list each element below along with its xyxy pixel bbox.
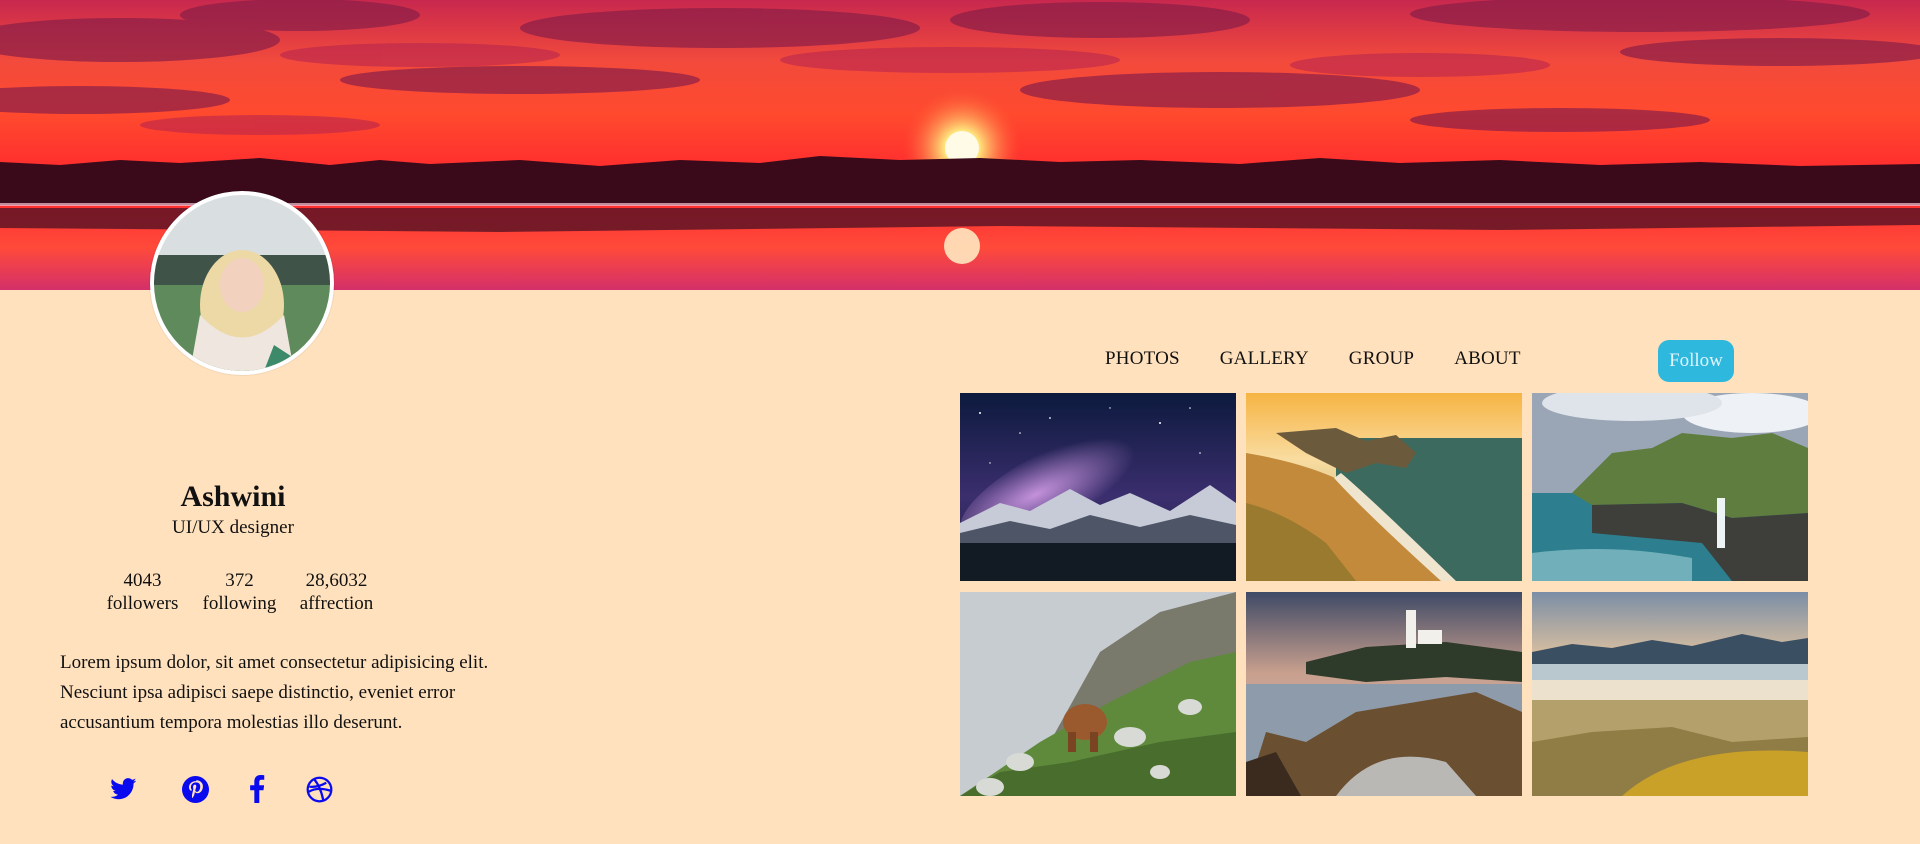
gallery-photo-beach-dunes[interactable] xyxy=(1532,592,1808,796)
stat-followers[interactable]: 4043 followers xyxy=(94,569,191,615)
profile-stats: 4043 followers 372 following 28,6032 aff… xyxy=(94,569,385,615)
stat-value: 4043 xyxy=(123,570,162,591)
stat-label: affrection xyxy=(299,593,374,614)
gallery-photo-milky-way[interactable] xyxy=(960,393,1236,581)
coastal-arch-image xyxy=(1246,393,1522,581)
nav-gallery[interactable]: GALLERY xyxy=(1220,348,1309,370)
stat-following[interactable]: 372 following xyxy=(191,569,288,615)
facebook-link[interactable] xyxy=(242,774,272,804)
stat-value: 372 xyxy=(225,570,254,591)
gallery-photo-highland-cow[interactable] xyxy=(960,592,1236,796)
nav-about[interactable]: ABOUT xyxy=(1454,348,1520,370)
stat-affection[interactable]: 28,6032 affrection xyxy=(288,569,385,615)
twitter-link[interactable] xyxy=(108,774,138,804)
stat-value: 28,6032 xyxy=(305,570,368,591)
beach-dunes-image xyxy=(1532,592,1808,796)
stat-label: following xyxy=(202,593,277,614)
photo-gallery xyxy=(960,393,1808,796)
lighthouse-image xyxy=(1246,592,1522,796)
profile-nav: PHOTOS GALLERY GROUP ABOUT xyxy=(1105,348,1561,370)
profile-name: Ashwini xyxy=(180,480,286,513)
highland-cow-image xyxy=(960,592,1236,796)
avatar-photo xyxy=(154,195,330,371)
twitter-icon xyxy=(109,778,136,800)
dribbble-link[interactable] xyxy=(304,774,334,804)
follow-button[interactable]: Follow xyxy=(1658,340,1734,382)
facebook-icon xyxy=(250,775,265,803)
pinterest-link[interactable] xyxy=(180,774,210,804)
social-links xyxy=(108,774,376,804)
stat-label: followers xyxy=(106,593,179,614)
nav-group[interactable]: GROUP xyxy=(1349,348,1414,370)
gallery-photo-waterfall[interactable] xyxy=(1532,393,1808,581)
profile-role: UI/UX designer xyxy=(172,517,294,538)
pinterest-icon xyxy=(181,775,209,803)
nav-photos[interactable]: PHOTOS xyxy=(1105,348,1180,370)
profile-bio: Lorem ipsum dolor, sit amet consectetur … xyxy=(60,652,489,733)
dribbble-icon xyxy=(306,776,332,802)
waterfall-image xyxy=(1532,393,1808,581)
gallery-photo-coastal-arch[interactable] xyxy=(1246,393,1522,581)
avatar[interactable] xyxy=(150,191,334,375)
gallery-photo-lighthouse[interactable] xyxy=(1246,592,1522,796)
milky-way-image xyxy=(960,393,1236,581)
